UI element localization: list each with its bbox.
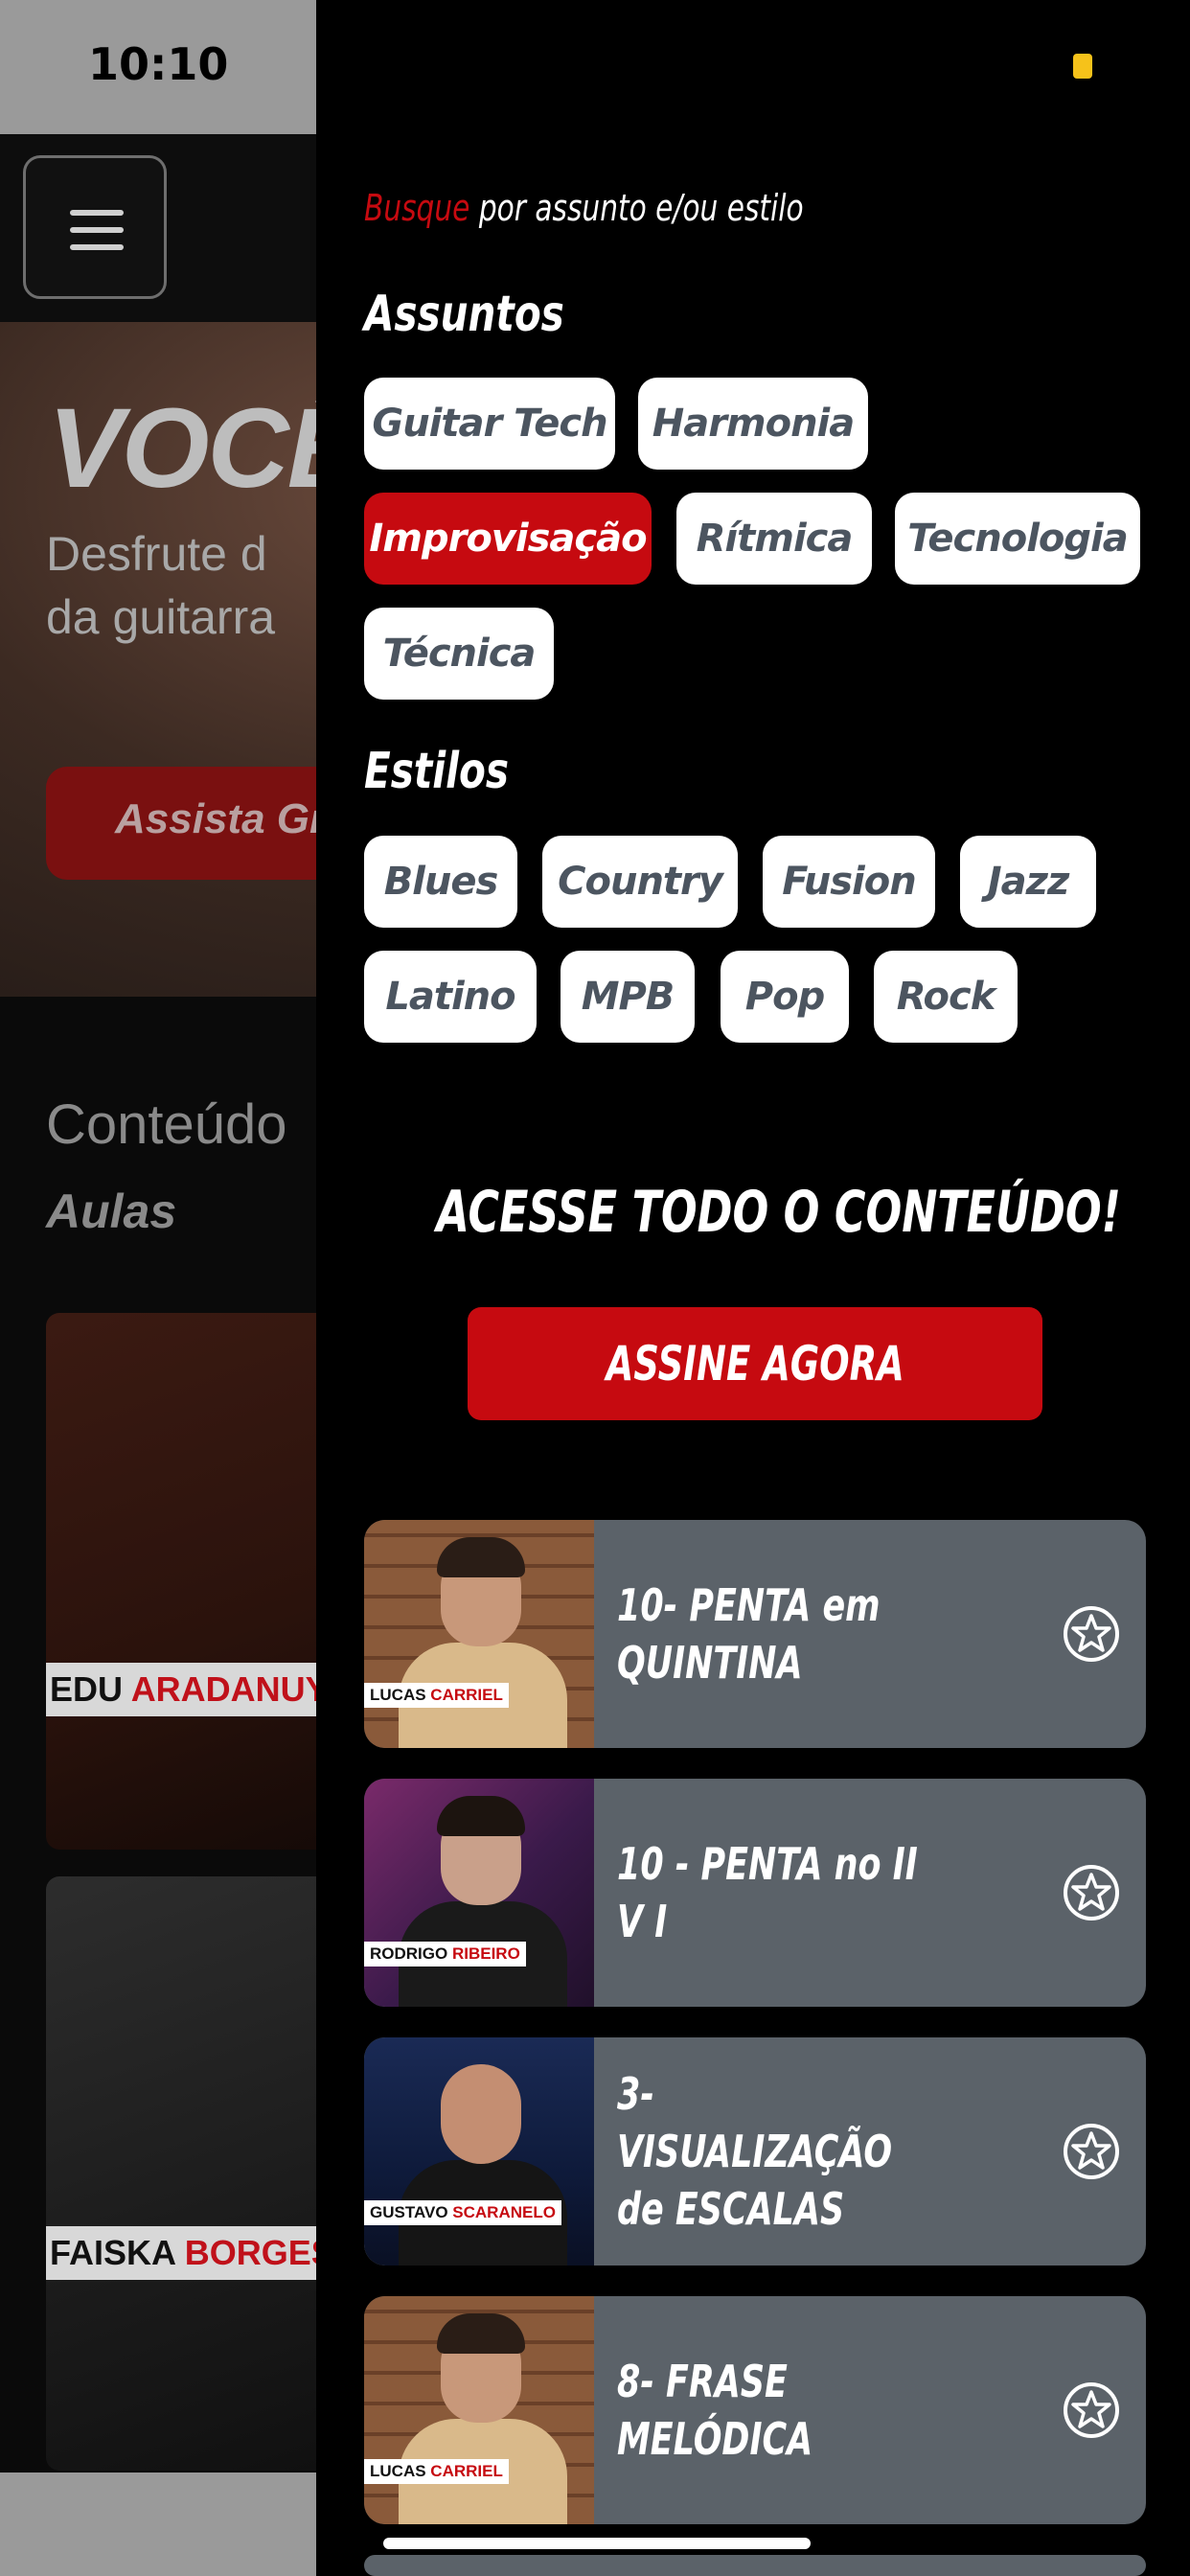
chip-label: Tecnologia [907,517,1128,561]
teacher-last-name: SCARANELO [452,2203,556,2221]
teacher-last-name: CARRIEL [430,2462,503,2480]
chip-guitar-tech[interactable]: Guitar Tech [364,378,615,470]
subscribe-button[interactable]: ASSINE AGORA [468,1307,1042,1420]
teacher-last-name: RIBEIRO [451,1944,520,1963]
lesson-title-text: 8- FRASE MELÓDICA [617,2356,813,2465]
lesson-title: 10 - PENTA no II V I [617,1779,1029,2007]
lesson-title-text: 10 - PENTA no II V I [617,1838,918,1947]
chip-label: Pop [744,975,825,1019]
chip-country[interactable]: Country [542,836,738,928]
thumb-hair [437,1796,525,1836]
chip-blues[interactable]: Blues [364,836,517,928]
lesson-card[interactable]: LUCAS CARRIEL 10- PENTA em QUINTINA [364,1520,1146,1748]
lesson-card[interactable]: LUCAS CARRIEL 8- FRASE MELÓDICA [364,2296,1146,2524]
lesson-card[interactable]: RODRIGO RIBEIRO 10 - PENTA no II V I [364,1779,1146,2007]
chip-label: Fusion [782,860,916,904]
thumb-head [441,2064,521,2164]
chip-rock[interactable]: Rock [874,951,1018,1043]
chip-fusion[interactable]: Fusion [763,836,935,928]
chip-label: Guitar Tech [372,402,607,446]
search-hint-text: por assunto e/ou estilo [469,187,804,229]
teacher-last-name: BORGES [184,2233,333,2272]
subscribe-button-label: ASSINE AGORA [606,1336,904,1392]
chip-label: Rock [896,975,996,1019]
teacher-name-tag: LUCAS CARRIEL [364,1683,509,1708]
lesson-thumbnail: GUSTAVO SCARANELO [364,2037,594,2266]
section-title: Conteúdo [46,1093,287,1156]
chip-label: Country [558,860,723,904]
teacher-name-tag: EDU ARADANUY [46,1663,333,1716]
star-circle-icon[interactable] [1062,1604,1121,1664]
hamburger-menu-button[interactable] [23,155,167,299]
battery-icon [1073,54,1092,79]
lesson-thumbnail: RODRIGO RIBEIRO [364,1779,594,2007]
lesson-card[interactable]: GUSTAVO SCARANELO 3- VISUALIZAÇÃO de ESC… [364,2037,1146,2266]
thumb-hair [437,2313,525,2354]
chip-mpb[interactable]: MPB [561,951,695,1043]
cta-heading: ACESSE TODO O CONTEÚDO! [316,1179,1190,1246]
chip-jazz[interactable]: Jazz [960,836,1096,928]
teacher-name-tag: RODRIGO RIBEIRO [364,1942,526,1966]
chip-label: Rítmica [696,517,854,561]
lesson-card[interactable] [364,2555,1146,2576]
cta-heading-text: ACESSE TODO O CONTEÚDO! [436,1179,1121,1246]
subjects-heading: Assuntos [364,286,564,343]
thumb-hair [437,1537,525,1577]
chip-label: Improvisação [369,517,647,561]
hero-cta-label: Assista Grá [115,795,350,842]
star-circle-icon[interactable] [1062,2380,1121,2440]
teacher-name-tag: FAISKA BORGES [46,2226,333,2280]
teacher-name-tag: GUSTAVO SCARANELO [364,2200,561,2225]
chip-label: Jazz [987,860,1069,904]
chip-pop[interactable]: Pop [721,951,849,1043]
chip-latino[interactable]: Latino [364,951,537,1043]
menu-icon-bar [70,227,124,233]
chip-tecnologia[interactable]: Tecnologia [895,493,1140,585]
lesson-title-text: 10- PENTA em QUINTINA [617,1579,881,1689]
chip-tecnica[interactable]: Técnica [364,608,554,700]
search-hint: Busque por assunto e/ou estilo [364,187,804,229]
teacher-last-name: CARRIEL [430,1686,503,1704]
menu-icon [70,210,124,216]
teacher-last-name: ARADANUY [130,1669,329,1709]
star-circle-icon[interactable] [1062,1863,1121,1922]
lesson-title: 8- FRASE MELÓDICA [617,2296,1029,2524]
chip-ritmica[interactable]: Rítmica [676,493,872,585]
chip-improvisacao[interactable]: Improvisação [364,493,652,585]
lesson-title-text: 3- VISUALIZAÇÃO de ESCALAS [617,2068,893,2235]
teacher-first-name: EDU [50,1669,124,1709]
teacher-card[interactable]: EDU ARADANUY [46,1313,333,1850]
chip-label: Latino [385,975,515,1019]
chip-label: Técnica [382,632,537,676]
lesson-title: 10- PENTA em QUINTINA [617,1520,1029,1748]
teacher-first-name: GUSTAVO [370,2203,448,2221]
star-circle-icon[interactable] [1062,2122,1121,2181]
search-hint-accent: Busque [364,187,470,229]
teacher-card[interactable]: FAISKA BORGES [46,1876,333,2471]
section-subtitle: Aulas [46,1184,177,1238]
chip-harmonia[interactable]: Harmonia [638,378,868,470]
teacher-first-name: LUCAS [370,1686,426,1704]
teacher-first-name: FAISKA [50,2233,175,2272]
styles-heading: Estilos [364,743,510,800]
teacher-name-tag: LUCAS CARRIEL [364,2459,509,2484]
teacher-first-name: RODRIGO [370,1944,448,1963]
teacher-first-name: LUCAS [370,2462,426,2480]
lesson-thumbnail: LUCAS CARRIEL [364,1520,594,1748]
lesson-thumbnail: LUCAS CARRIEL [364,2296,594,2524]
status-time: 10:10 [88,38,229,90]
chip-label: MPB [581,975,675,1019]
chip-label: Harmonia [652,402,856,446]
chip-label: Blues [383,860,499,904]
menu-icon-bar [70,244,124,250]
lesson-title: 3- VISUALIZAÇÃO de ESCALAS [617,2037,1029,2266]
home-indicator[interactable] [383,2538,811,2549]
